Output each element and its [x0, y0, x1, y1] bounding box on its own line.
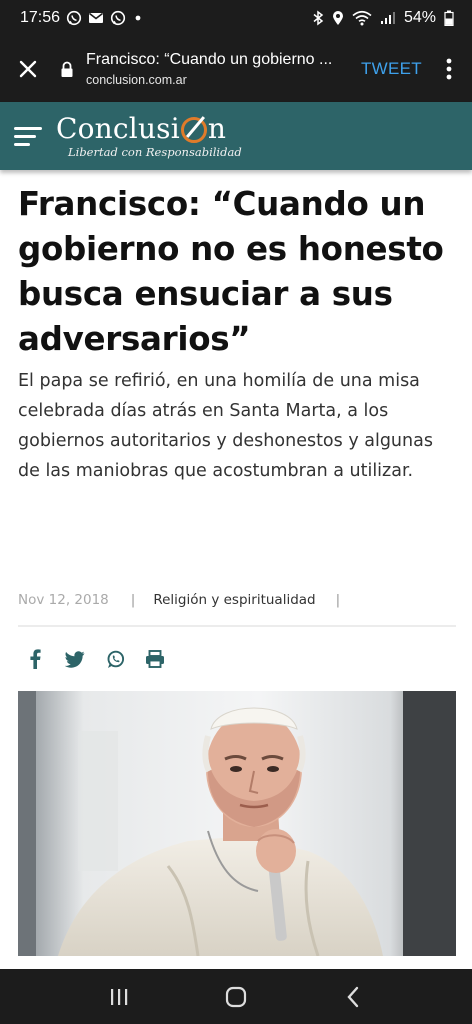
- share-bar: [24, 648, 166, 670]
- logo-name: Conclusi n: [56, 111, 227, 145]
- recent-apps-button[interactable]: [99, 977, 139, 1017]
- menu-icon[interactable]: [14, 126, 42, 146]
- divider: [18, 625, 456, 627]
- site-header: Conclusi n Libertad con Responsabilidad: [0, 102, 472, 170]
- home-icon: [225, 986, 247, 1007]
- status-time: 17:56: [20, 9, 61, 26]
- dot-icon: [132, 12, 144, 24]
- meta-separator: |: [130, 592, 136, 608]
- tweet-button[interactable]: TWEET: [361, 59, 422, 79]
- article-headline: Francisco: “Cuando un gobierno no es hon…: [18, 185, 444, 358]
- whatsapp-icon[interactable]: [104, 648, 126, 670]
- back-icon: [347, 986, 359, 1007]
- lock-icon: [56, 61, 78, 78]
- signal-icon: [380, 11, 396, 25]
- article-lead: El papa se refirió, en una homilía de un…: [18, 371, 433, 481]
- whatsapp-icon: [66, 10, 82, 26]
- gmail-icon: [88, 11, 104, 25]
- more-vert-icon: [446, 58, 452, 80]
- url-text: conclusion.com.ar: [86, 73, 187, 87]
- whatsapp-icon: [110, 10, 126, 26]
- close-icon: [19, 60, 37, 78]
- browser-toolbar: Francisco: “Cuando un gobierno ... concl…: [0, 36, 472, 102]
- print-icon[interactable]: [144, 648, 166, 670]
- article-image: [18, 691, 456, 956]
- bluetooth-icon: [312, 10, 324, 26]
- system-nav-bar: [0, 969, 472, 1024]
- article-meta: Nov 12, 2018 | Religión y espiritualidad…: [18, 590, 456, 610]
- article-date: Nov 12, 2018: [18, 592, 109, 608]
- twitter-icon[interactable]: [64, 648, 86, 670]
- logo-tagline: Libertad con Responsabilidad: [68, 144, 242, 159]
- wifi-icon: [352, 10, 372, 26]
- back-button[interactable]: [333, 977, 373, 1017]
- meta-separator: |: [335, 592, 341, 608]
- article: Francisco: “Cuando un gobierno no es hon…: [18, 182, 458, 486]
- site-logo[interactable]: Conclusi n Libertad con Responsabilidad: [56, 111, 242, 159]
- tab-page-title: Francisco: “Cuando un gobierno ...: [86, 51, 333, 68]
- status-bar: 17:56 54%: [0, 0, 472, 36]
- logo-quill-icon: [180, 116, 207, 143]
- location-icon: [332, 10, 344, 26]
- recent-apps-icon: [110, 988, 127, 1005]
- url-area[interactable]: Francisco: “Cuando un gobierno ... concl…: [86, 51, 339, 87]
- home-button[interactable]: [216, 977, 256, 1017]
- more-options-button[interactable]: [436, 58, 462, 80]
- battery-icon: [444, 10, 454, 26]
- article-category[interactable]: Religión y espiritualidad: [153, 592, 315, 608]
- facebook-icon[interactable]: [24, 648, 46, 670]
- battery-percent: 54%: [403, 9, 436, 26]
- close-tab-button[interactable]: [0, 36, 56, 102]
